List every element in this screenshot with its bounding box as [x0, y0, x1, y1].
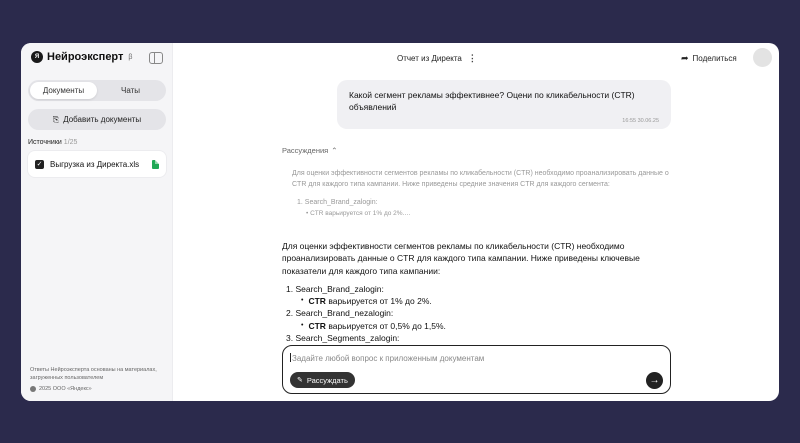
reasoning-text: Для оценки эффективности сегментов рекла…	[292, 168, 672, 219]
logo-beta: β	[128, 53, 133, 61]
sidebar-collapse-icon[interactable]	[149, 52, 163, 64]
wand-icon: ✎	[297, 377, 303, 384]
add-documents-label: Добавить документы	[63, 115, 142, 124]
list-subitem: CTR варьируется от 1% до 2%.	[301, 295, 677, 307]
assistant-answer: Для оценки эффективности сегментов рекла…	[282, 240, 677, 343]
reasoning-toggle[interactable]: Рассуждения ⌃	[282, 146, 338, 155]
list-item: 1. Search_Brand_zalogin:	[286, 283, 384, 294]
chat-input[interactable]: Задайте любой вопрос к приложенным докум…	[282, 345, 671, 394]
user-message: Какой сегмент рекламы эффективнее? Оцени…	[337, 80, 671, 129]
chat-title-text: Отчет из Директа	[397, 54, 462, 63]
reasoning-button[interactable]: ✎ Рассуждать	[290, 372, 355, 388]
sources-count: 1/25	[63, 139, 78, 146]
copyright: 2025 ООО «Яндекс»	[30, 386, 92, 392]
file-name: Выгрузка из Директа.xls	[50, 159, 140, 169]
share-icon: ➦	[681, 53, 689, 63]
logo-text: Нейроэксперт	[47, 51, 124, 63]
send-button[interactable]: →	[646, 372, 663, 389]
more-vertical-icon[interactable]: ⋮	[468, 53, 477, 64]
chevron-up-icon: ⌃	[331, 146, 338, 155]
share-label: Поделиться	[692, 54, 737, 63]
copyright-icon	[30, 386, 36, 392]
list-item: 2. Search_Brand_nezalogin:	[286, 308, 394, 319]
add-documents-button[interactable]: ⎘ Добавить документы	[28, 109, 166, 130]
file-checkbox[interactable]: ✓	[35, 159, 44, 169]
arrow-right-icon: →	[649, 375, 660, 386]
copyright-text: 2025 ООО «Яндекс»	[39, 386, 92, 392]
tab-chats[interactable]: Чаты	[97, 82, 164, 99]
reasoning-item: 1. Search_Brand_zalogin:	[297, 199, 378, 206]
file-item[interactable]: ✓ Выгрузка из Директа.xls	[28, 151, 166, 177]
chat-title[interactable]: Отчет из Директа ⋮	[397, 53, 477, 64]
list-subitem: CTR варьируется от 0,5% до 1,5%.	[301, 320, 677, 332]
app-window: Я Нейроэксперт β Документы Чаты ⎘ Добавит…	[21, 43, 779, 401]
avatar[interactable]	[753, 48, 772, 67]
sources-label: Источники	[28, 139, 62, 146]
sidebar: Я Нейроэксперт β Документы Чаты ⎘ Добавит…	[21, 43, 173, 401]
yandex-logo-icon: Я	[31, 51, 43, 63]
logo: Я Нейроэксперт β	[31, 51, 132, 63]
reasoning-button-label: Рассуждать	[306, 375, 348, 385]
main-panel: Отчет из Директа ⋮ ➦ Поделиться Какой се…	[173, 43, 779, 401]
attach-icon: ⎘	[52, 114, 60, 124]
disclaimer-note: Ответы Нейроэксперта основаны на материа…	[30, 367, 157, 381]
answer-intro: Для оценки эффективности сегментов рекла…	[282, 241, 640, 276]
sidebar-tabs: Документы Чаты	[28, 80, 166, 101]
spreadsheet-icon	[152, 159, 159, 169]
sources-header: Источники 1/25	[28, 139, 77, 146]
user-message-text: Какой сегмент рекламы эффективнее? Оцени…	[349, 90, 635, 112]
reasoning-paragraph: Для оценки эффективности сегментов рекла…	[292, 170, 669, 188]
list-item: 3. Search_Segments_zalogin:	[286, 333, 400, 343]
reasoning-subitem: • CTR варьируется от 1% до 2%.…	[306, 210, 411, 217]
message-timestamp: 16:55 30.06.25	[622, 118, 659, 124]
reasoning-label: Рассуждения	[282, 146, 329, 155]
chat-input-placeholder[interactable]: Задайте любой вопрос к приложенным докум…	[290, 353, 484, 363]
share-button[interactable]: ➦ Поделиться	[681, 53, 737, 64]
tab-documents[interactable]: Документы	[30, 82, 97, 99]
